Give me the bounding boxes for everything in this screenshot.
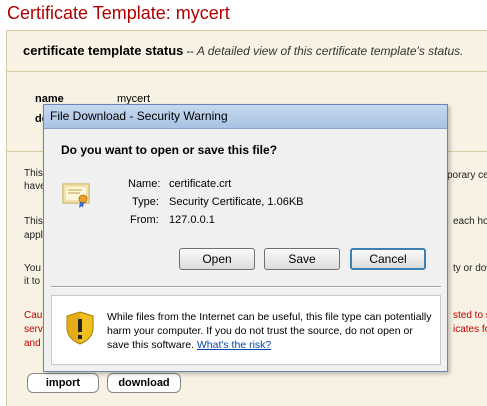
risk-link[interactable]: What's the risk? <box>197 339 271 351</box>
import-button[interactable]: import <box>27 373 99 393</box>
status-heading-sep: -- <box>186 46 194 58</box>
paragraph-fragment-right: ty or dow <box>453 263 487 274</box>
dialog-question: Do you want to open or save this file? <box>61 143 278 157</box>
paragraph-fragment: appl <box>24 230 43 241</box>
paragraph-fragment-right: sted to s <box>453 310 487 321</box>
file-download-dialog: File Download - Security Warning Do you … <box>43 104 448 372</box>
dialog-separator <box>51 286 441 288</box>
status-heading-subtitle: A detailed view of this certificate temp… <box>196 44 464 58</box>
open-button[interactable]: Open <box>179 248 255 270</box>
warning-text: While files from the Internet can be use… <box>107 310 437 352</box>
paragraph-fragment: This <box>24 168 43 179</box>
from-label: From: <box>130 214 159 226</box>
name-label: Name: <box>128 178 161 190</box>
dialog-title: File Download - Security Warning <box>44 105 447 129</box>
warning-area: While files from the Internet can be use… <box>51 295 441 365</box>
paragraph-fragment: Cau <box>24 310 43 321</box>
paragraph-fragment: it to <box>24 276 41 287</box>
type-label: Type: <box>132 196 159 208</box>
save-button[interactable]: Save <box>264 248 340 270</box>
shield-warning-icon <box>65 311 95 345</box>
status-heading: certificate template status -- A detaile… <box>23 43 464 58</box>
divider <box>7 71 487 72</box>
paragraph-fragment: This <box>24 216 43 227</box>
name-value: certificate.crt <box>169 178 232 190</box>
paragraph-fragment: and <box>24 338 41 349</box>
paragraph-fragment-right: each ho <box>453 216 487 227</box>
paragraph-fragment: serv <box>24 324 43 335</box>
certificate-icon <box>62 181 92 209</box>
paragraph-fragment-right: icates fo <box>453 324 487 335</box>
status-heading-title: certificate template status <box>23 43 184 58</box>
cancel-button[interactable]: Cancel <box>350 248 426 270</box>
paragraph-fragment: You <box>24 263 41 274</box>
page-title: Certificate Template: mycert <box>7 3 230 23</box>
download-button[interactable]: download <box>107 373 181 393</box>
type-value: Security Certificate, 1.06KB <box>169 196 304 208</box>
paragraph-fragment-right: porary ce <box>447 170 487 181</box>
from-value: 127.0.0.1 <box>169 214 215 226</box>
